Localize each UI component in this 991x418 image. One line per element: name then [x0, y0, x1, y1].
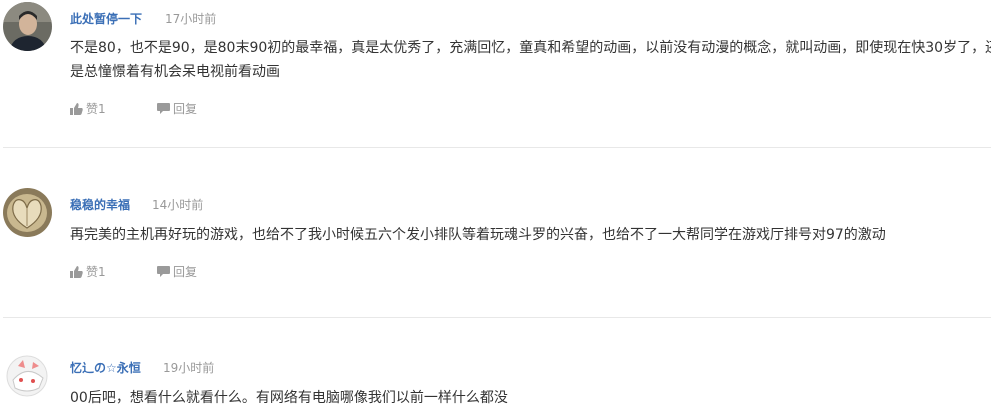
- thumbs-up-icon: [70, 103, 83, 115]
- avatar-photo-icon: [3, 2, 52, 51]
- like-button[interactable]: 赞1: [70, 100, 106, 117]
- comment-text-line: 是总憧憬着有机会呆电视前看动画: [70, 64, 280, 80]
- user-avatar[interactable]: [3, 350, 52, 399]
- comment-text: 再完美的主机再好玩的游戏，也给不了我小时候五六个发小排队等着玩魂斗罗的兴奋，也给…: [70, 223, 991, 247]
- avatar-cartoon-icon: [3, 350, 52, 399]
- like-button[interactable]: 赞1: [70, 263, 106, 280]
- comment-divider: [3, 147, 991, 148]
- thumbs-up-icon: [70, 266, 83, 278]
- comment-bubble-icon: [157, 103, 170, 114]
- like-count-label: 赞1: [86, 102, 106, 116]
- comment-timestamp: 19小时前: [163, 361, 215, 375]
- comment-text-line: 再完美的主机再好玩的游戏，也给不了我小时候五六个发小排队等着玩魂斗罗的兴奋，也给…: [70, 227, 886, 243]
- comment-username[interactable]: 忆辶の☆永恒: [70, 359, 141, 376]
- like-count-label: 赞1: [86, 265, 106, 279]
- reply-button[interactable]: 回复: [157, 263, 197, 280]
- comment-text-line: 00后吧，想看什么就看什么。有网络有电脑哪像我们以前一样什么都没: [70, 390, 508, 406]
- comment-username[interactable]: 稳稳的幸福: [70, 196, 130, 213]
- comment-text-line: 不是80，也不是90，是80末90初的最幸福，真是太优秀了，充满回忆，童真和希望…: [70, 40, 991, 56]
- comment-text: 00后吧，想看什么就看什么。有网络有电脑哪像我们以前一样什么都没: [70, 386, 991, 410]
- user-avatar[interactable]: [3, 188, 52, 237]
- comment-divider: [3, 317, 991, 318]
- reply-label: 回复: [173, 265, 198, 279]
- reply-button[interactable]: 回复: [157, 100, 197, 117]
- comment-timestamp: 17小时前: [165, 12, 217, 26]
- comment-username[interactable]: 此处暂停一下: [70, 10, 142, 27]
- comment-timestamp: 14小时前: [152, 198, 204, 212]
- reply-label: 回复: [173, 102, 198, 116]
- comment-text: 不是80，也不是90，是80末90初的最幸福，真是太优秀了，充满回忆，童真和希望…: [70, 36, 991, 84]
- user-avatar[interactable]: [3, 2, 52, 51]
- avatar-heart-shells-icon: [3, 188, 52, 237]
- comment-bubble-icon: [157, 266, 170, 277]
